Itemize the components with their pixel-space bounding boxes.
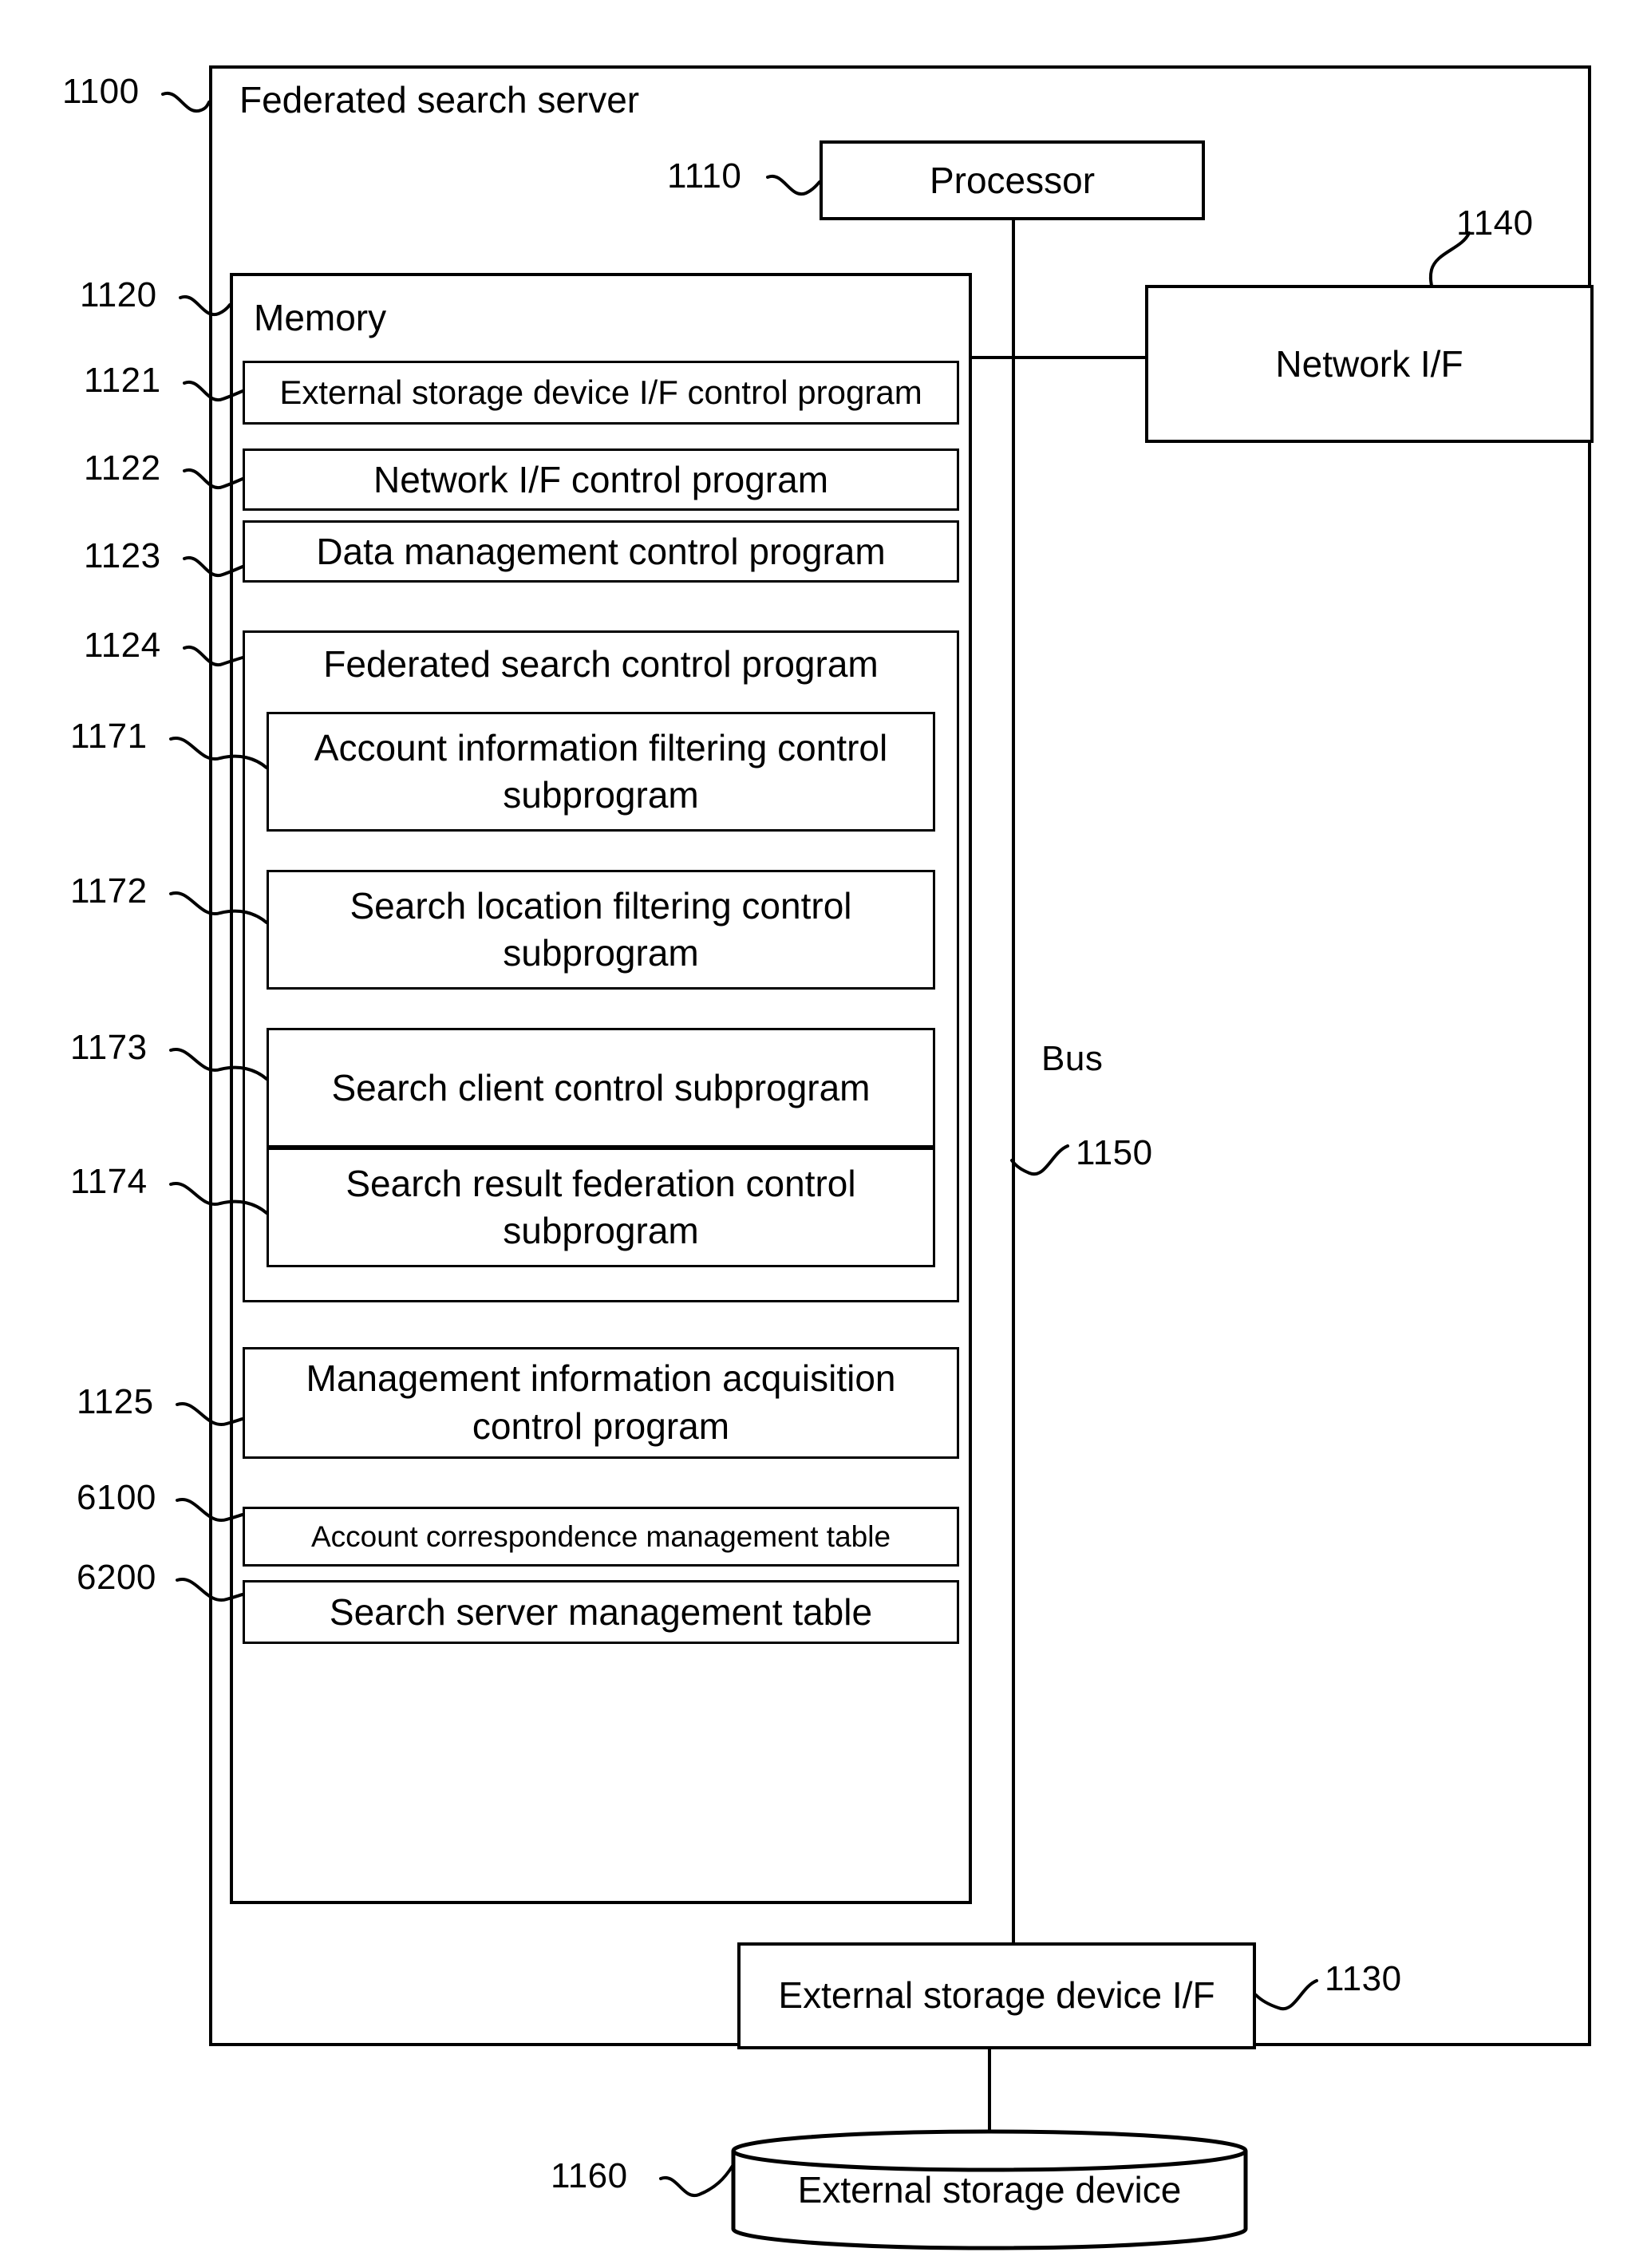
external-storage-device-label: External storage device — [797, 2169, 1182, 2211]
memory-label: Memory — [254, 297, 387, 338]
ref-1140: 1140 — [1456, 203, 1534, 243]
memory-item-account-correspondence-management-table: Account correspondence management table — [243, 1507, 959, 1567]
external-storage-link-line — [988, 2048, 991, 2137]
memory-item-management-information-acquisition-control-program: Management information acquisition contr… — [243, 1347, 959, 1459]
memory-item-search-server-management-table: Search server management table — [243, 1580, 959, 1644]
memory-item-external-storage-if-control-program: External storage device I/F control prog… — [243, 361, 959, 425]
subprogram-search-result-federation-control: Search result federation control subprog… — [267, 1148, 935, 1267]
ref-1124: 1124 — [84, 626, 161, 665]
ref-1122: 1122 — [84, 448, 161, 488]
processor-box: Processor — [820, 140, 1205, 220]
ref-6100: 6100 — [77, 1478, 156, 1517]
ref-1100: 1100 — [62, 72, 140, 111]
subprogram-search-client-control: Search client control subprogram — [267, 1028, 935, 1148]
ref-1120: 1120 — [80, 275, 157, 314]
ref-1172: 1172 — [70, 871, 148, 911]
bus-trunk-line — [1012, 216, 1015, 1948]
subprogram-label: Account information filtering control su… — [314, 727, 888, 816]
memory-item-label: Data management control program — [316, 530, 886, 572]
memory-item-label: Search server management table — [329, 1590, 873, 1633]
ref-1171: 1171 — [70, 717, 148, 756]
memory-to-bus-line — [970, 356, 1015, 359]
memory-item-label: External storage device I/F control prog… — [279, 373, 922, 412]
ref-1130: 1130 — [1325, 1959, 1402, 1998]
ref-1110: 1110 — [667, 156, 742, 196]
network-if-box: Network I/F — [1145, 285, 1594, 443]
ref-1123: 1123 — [84, 536, 161, 575]
memory-item-label: Management information acquisition contr… — [306, 1357, 896, 1447]
network-if-label: Network I/F — [1275, 342, 1463, 385]
external-storage-device-if-label: External storage device I/F — [778, 1974, 1215, 2017]
ref-1173: 1173 — [70, 1028, 148, 1067]
memory-item-label: Account correspondence management table — [310, 1519, 891, 1553]
memory-item-label: Network I/F control program — [373, 458, 829, 500]
external-storage-device-if-box: External storage device I/F — [737, 1942, 1256, 2049]
ref-1121: 1121 — [84, 361, 161, 400]
memory-item-data-management-control-program: Data management control program — [243, 520, 959, 583]
subprogram-search-location-filtering: Search location filtering control subpro… — [267, 870, 935, 990]
ref-6200: 6200 — [77, 1558, 156, 1597]
memory-item-network-if-control-program: Network I/F control program — [243, 448, 959, 511]
bus-label: Bus — [1041, 1039, 1104, 1078]
subprogram-label: Search location filtering control subpro… — [350, 885, 852, 974]
processor-label: Processor — [929, 159, 1096, 201]
subprogram-account-information-filtering: Account information filtering control su… — [267, 712, 935, 832]
figure-canvas: Federated search server Processor Networ… — [0, 0, 1651, 2268]
federated-search-control-program-label: Federated search control program — [323, 643, 879, 685]
subprogram-label: Search client control subprogram — [331, 1066, 871, 1108]
external-storage-device-cylinder: External storage device — [730, 2127, 1249, 2254]
ref-1160: 1160 — [551, 2156, 628, 2195]
ref-1174: 1174 — [70, 1162, 148, 1201]
subprogram-label: Search result federation control subprog… — [346, 1163, 856, 1251]
federated-search-server-label: Federated search server — [239, 79, 640, 121]
ref-1125: 1125 — [77, 1382, 154, 1421]
ref-1150: 1150 — [1076, 1133, 1153, 1172]
